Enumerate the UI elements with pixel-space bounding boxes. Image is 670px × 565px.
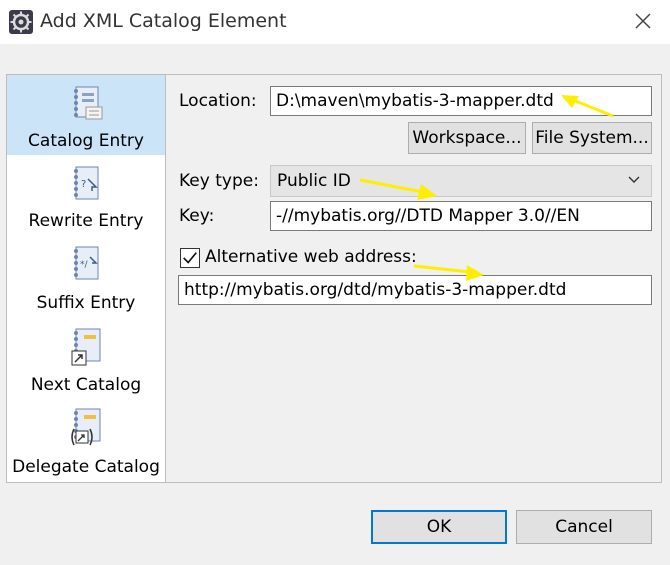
key-type-value: Public ID (277, 171, 351, 191)
sidebar-item-catalog-entry[interactable]: Catalog Entry (7, 75, 165, 155)
catalog-entry-icon (74, 86, 103, 120)
location-label: Location: (179, 91, 257, 111)
sidebar-item-label: Rewrite Entry (28, 211, 144, 231)
sidebar-item-label: Suffix Entry (36, 293, 136, 313)
chevron-down-icon (628, 176, 640, 183)
sidebar-item-suffix-entry[interactable]: */ Suffix Entry (7, 237, 165, 317)
checkmark-icon (183, 252, 197, 264)
workspace-button[interactable]: Workspace... (408, 122, 526, 154)
location-input[interactable]: D:\maven\mybatis-3-mapper.dtd (270, 86, 652, 116)
alternative-web-address-checkbox[interactable] (180, 248, 200, 268)
element-type-list: Catalog Entry ? Rewrite Entry */ Suffix … (6, 74, 166, 483)
title-bar: Add XML Catalog Element (0, 0, 670, 44)
rewrite-entry-icon: ? (74, 166, 99, 200)
alternative-web-address-input[interactable]: http://mybatis.org/dtd/mybatis-3-mapper.… (178, 275, 652, 305)
sidebar-item-delegate-catalog[interactable]: Delegate Catalog (7, 399, 165, 483)
sidebar-item-next-catalog[interactable]: Next Catalog (7, 317, 165, 399)
eclipse-app-icon (9, 10, 33, 34)
sidebar-item-label: Delegate Catalog (12, 457, 160, 477)
window-title: Add XML Catalog Element (40, 10, 287, 32)
sidebar-item-label: Next Catalog (30, 375, 142, 395)
ok-button[interactable]: OK (371, 510, 507, 544)
cancel-button[interactable]: Cancel (516, 510, 652, 544)
file-system-button[interactable]: File System... (532, 122, 652, 154)
key-label: Key: (179, 206, 215, 226)
key-input[interactable]: -//mybatis.org//DTD Mapper 3.0//EN (270, 201, 652, 231)
svg-text:*/: */ (80, 260, 89, 270)
sidebar-item-label: Catalog Entry (28, 131, 144, 151)
sidebar-item-rewrite-entry[interactable]: ? Rewrite Entry (7, 155, 165, 237)
svg-text:?: ? (81, 179, 86, 190)
key-type-label: Key type: (179, 171, 259, 191)
close-icon[interactable] (628, 6, 658, 36)
suffix-entry-icon: */ (74, 246, 99, 280)
alternative-web-address-label[interactable]: Alternative web address: (205, 247, 417, 267)
delegate-catalog-icon (71, 408, 101, 446)
next-catalog-icon (71, 328, 101, 366)
key-type-select[interactable]: Public ID (270, 165, 652, 197)
